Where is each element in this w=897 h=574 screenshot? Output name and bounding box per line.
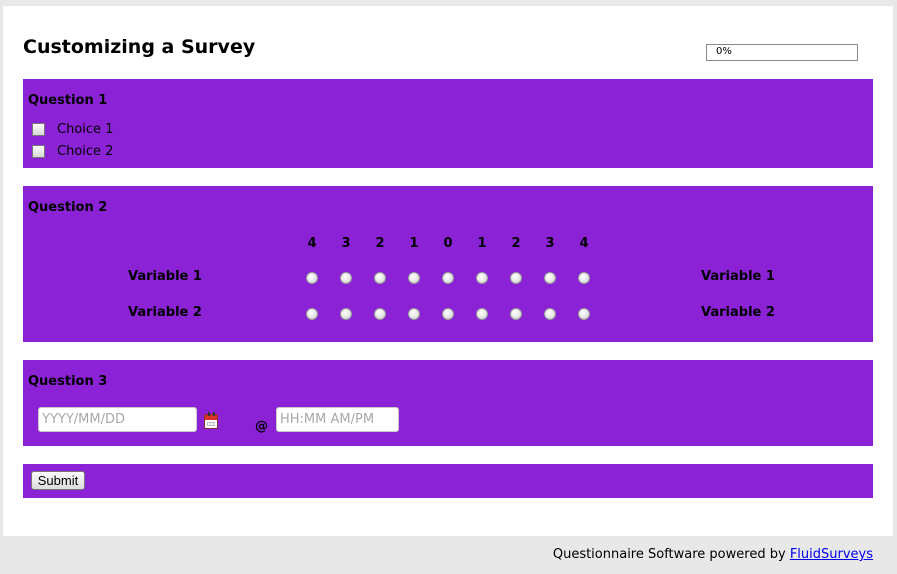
likert-radio[interactable] <box>442 272 454 284</box>
likert-radio[interactable] <box>544 308 556 320</box>
likert-radio[interactable] <box>510 272 522 284</box>
choice-option[interactable]: Choice 2 <box>32 143 113 159</box>
question-1-label: Question 1 <box>28 93 108 108</box>
variable-1-left-label: Variable 1 <box>128 269 202 284</box>
time-input[interactable]: HH:MM AM/PM <box>276 407 399 432</box>
fluidsurveys-link[interactable]: FluidSurveys <box>790 547 873 562</box>
variable-2-right-label: Variable 2 <box>701 305 775 320</box>
likert-radio[interactable] <box>578 308 590 320</box>
likert-radio[interactable] <box>374 272 386 284</box>
likert-radio[interactable] <box>340 272 352 284</box>
scale-label: 2 <box>511 236 521 251</box>
likert-radio[interactable] <box>578 272 590 284</box>
variable-2-left-label: Variable 2 <box>128 305 202 320</box>
question-3-label: Question 3 <box>28 374 108 389</box>
scale-label: 0 <box>443 236 453 251</box>
likert-radio[interactable] <box>306 272 318 284</box>
submit-bar: Submit <box>23 464 873 498</box>
scale-label: 1 <box>477 236 487 251</box>
scale-label: 2 <box>375 236 385 251</box>
choice-1-checkbox[interactable] <box>32 122 45 136</box>
likert-radio[interactable] <box>340 308 352 320</box>
scale-label: 1 <box>409 236 419 251</box>
likert-radio[interactable] <box>476 308 488 320</box>
likert-radio[interactable] <box>408 308 420 320</box>
question-3: Question 3 YYYY/MM/DD @ HH:MM AM/PM <box>23 360 873 446</box>
likert-radio[interactable] <box>510 308 522 320</box>
footer-text: Questionnaire Software powered by <box>552 547 786 562</box>
likert-radio[interactable] <box>544 272 556 284</box>
calendar-icon[interactable] <box>204 412 218 429</box>
question-2-label: Question 2 <box>28 200 108 215</box>
scale-label: 4 <box>579 236 589 251</box>
footer: Questionnaire Software powered by FluidS… <box>553 547 873 562</box>
survey-card: Customizing a Survey 0% Question 1 Choic… <box>3 6 893 536</box>
choice-1-label: Choice 1 <box>57 121 114 137</box>
likert-radio[interactable] <box>374 308 386 320</box>
choice-2-label: Choice 2 <box>57 143 114 159</box>
scale-label: 4 <box>307 236 317 251</box>
progress-text: 0% <box>716 46 732 57</box>
date-input[interactable]: YYYY/MM/DD <box>38 407 197 432</box>
at-separator: @ <box>255 419 268 434</box>
choice-option[interactable]: Choice 1 <box>32 121 113 137</box>
progress-bar: 0% <box>706 44 858 61</box>
scale-label: 3 <box>341 236 351 251</box>
scale-label: 3 <box>545 236 555 251</box>
question-2: Question 2 4 3 2 1 0 1 2 3 4 Variable 1 … <box>23 186 873 342</box>
submit-button[interactable]: Submit <box>31 471 85 490</box>
likert-radio[interactable] <box>408 272 420 284</box>
likert-radio[interactable] <box>306 308 318 320</box>
question-1: Question 1 Choice 1 Choice 2 <box>23 79 873 168</box>
choice-2-checkbox[interactable] <box>32 144 45 158</box>
likert-radio[interactable] <box>476 272 488 284</box>
variable-1-right-label: Variable 1 <box>701 269 775 284</box>
survey-title: Customizing a Survey <box>23 36 256 58</box>
likert-radio[interactable] <box>442 308 454 320</box>
